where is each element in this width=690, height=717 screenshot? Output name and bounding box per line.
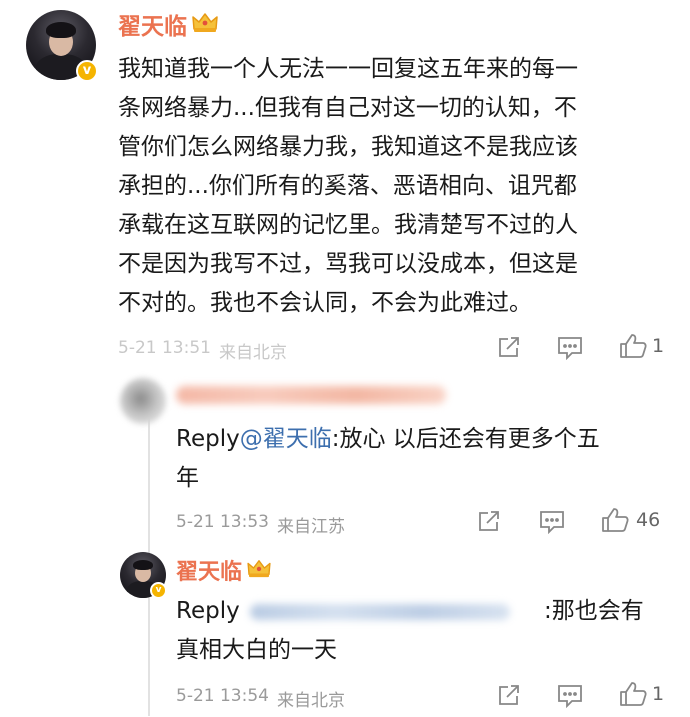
thumbs-up-icon: [600, 506, 630, 534]
comment-line: 条网络暴力...但我有自己对这一切的认知，不: [118, 95, 577, 121]
blurred-username: [176, 386, 446, 404]
username[interactable]: 翟天临: [176, 554, 242, 586]
comment-line: 不是因为我写不过，骂我可以没成本，但这是: [118, 251, 578, 277]
comment-button[interactable]: [538, 508, 566, 534]
like-count: 46: [636, 509, 661, 531]
thumbs-up-icon: [618, 332, 648, 360]
blurred-avatar: [120, 378, 166, 424]
reply-meta: 5-21 13:54 来自北京: [176, 686, 345, 711]
mention-link[interactable]: @翟天临: [240, 426, 332, 452]
reply-body: Reply :那也会有 真相大白的一天: [176, 592, 676, 670]
share-icon: [496, 334, 522, 360]
share-icon: [496, 682, 522, 708]
like-count: 1: [652, 683, 665, 705]
repost-button[interactable]: [496, 682, 522, 708]
username[interactable]: 翟天临: [118, 7, 187, 41]
crown-icon: [246, 558, 272, 582]
thumbs-up-icon: [618, 680, 648, 708]
comment-icon: [538, 508, 566, 534]
reply-text-continued: 年: [176, 465, 199, 491]
comment-button[interactable]: [556, 682, 584, 708]
comment-header: 翟天临: [118, 8, 219, 40]
like-button[interactable]: 46: [600, 506, 660, 534]
comment-button[interactable]: [556, 334, 584, 360]
repost-button[interactable]: [496, 334, 522, 360]
reply-text: :那也会有: [544, 598, 644, 624]
comment-line: 我知道我一个人无法一一回复这五年来的每一: [118, 56, 578, 82]
timestamp: 5-21 13:54: [176, 686, 269, 706]
reply-label: Reply: [176, 426, 240, 452]
like-count: 1: [652, 335, 665, 357]
source-location: 来自北京: [276, 691, 345, 711]
like-button[interactable]: 1: [618, 680, 664, 708]
reply-meta: 5-21 13:53 来自江苏: [176, 512, 345, 537]
timestamp: 5-21 13:51: [118, 338, 211, 358]
verified-badge-icon: v: [76, 60, 98, 82]
like-button[interactable]: 1: [618, 332, 664, 360]
reply-label: Reply: [176, 598, 240, 624]
verified-badge-icon: v: [150, 582, 167, 599]
crown-icon: [191, 11, 219, 37]
comment-line: 不对的。我也不会认同，不会为此难过。: [118, 290, 532, 316]
comment-line: 承担的...你们所有的奚落、恶语相向、诅咒都: [118, 173, 577, 199]
source-location: 来自江苏: [276, 517, 345, 537]
reply-body: Reply@翟天临:放心 以后还会有更多个五 年: [176, 420, 676, 498]
comment-line: 管你们怎么网络暴力我，我知道这不是我应该: [118, 134, 578, 160]
comment-line: 承载在这互联网的记忆里。我清楚写不过的人: [118, 212, 578, 238]
repost-button[interactable]: [476, 508, 502, 534]
timestamp: 5-21 13:53: [176, 512, 269, 532]
comment-icon: [556, 682, 584, 708]
reply-text: :放心 以后还会有更多个五: [331, 426, 600, 452]
reply-text-continued: 真相大白的一天: [176, 637, 337, 663]
comment-body: 我知道我一个人无法一一回复这五年来的每一 条网络暴力...但我有自己对这一切的认…: [118, 50, 678, 323]
reply-header: 翟天临: [176, 554, 272, 586]
share-icon: [476, 508, 502, 534]
blurred-mention: [250, 604, 510, 620]
comment-icon: [556, 334, 584, 360]
comment-meta: 5-21 13:51 来自北京: [118, 338, 287, 363]
source-location: 来自北京: [218, 343, 287, 363]
